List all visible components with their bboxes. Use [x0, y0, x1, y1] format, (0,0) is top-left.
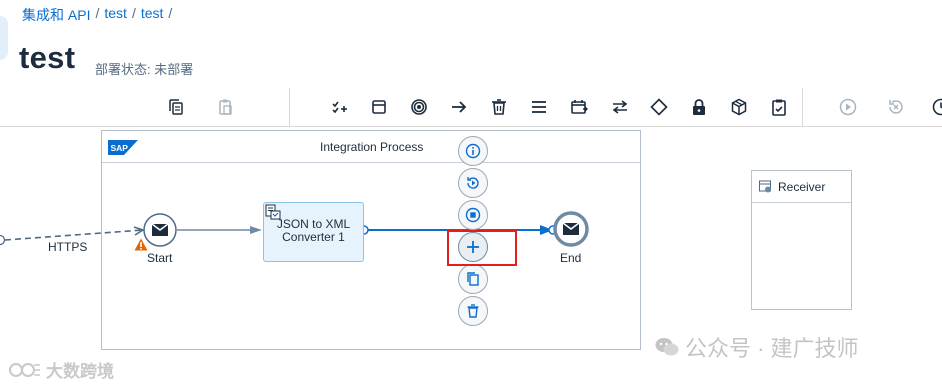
- delete-element-button[interactable]: [458, 296, 488, 326]
- info-icon: [465, 143, 481, 159]
- receiver-label: Receiver: [778, 180, 826, 194]
- start-event-label: Start: [147, 251, 173, 265]
- step-label: JSON to XML Converter 1: [276, 217, 351, 244]
- end-event-label: End: [560, 251, 582, 265]
- sender-message-flow[interactable]: [4, 229, 144, 241]
- wechat-icon: [655, 338, 679, 356]
- watermark-logo: 大数跨境: [8, 357, 114, 382]
- add-button-highlight: [447, 230, 517, 266]
- logo-icon: [9, 362, 40, 377]
- watermark-text: 公众号 · 建广技师: [685, 336, 859, 361]
- stop-button[interactable]: [458, 200, 488, 230]
- warning-icon[interactable]: [134, 238, 148, 251]
- replay-icon: [467, 177, 479, 189]
- copy-icon: [467, 272, 479, 286]
- delete-icon: [467, 304, 479, 318]
- copy-element-button[interactable]: [458, 264, 488, 294]
- sender-channel-label: HTTPS: [48, 240, 88, 254]
- start-event[interactable]: [143, 213, 177, 247]
- replay-button[interactable]: [458, 168, 488, 198]
- watermark-left-text: 大数跨境: [46, 362, 114, 381]
- watermark-wechat: 公众号 · 建广技师: [655, 331, 859, 363]
- sequence-flow-arrowhead: [250, 226, 262, 234]
- receiver-icon: [759, 180, 771, 193]
- stop-icon: [465, 207, 481, 223]
- end-event[interactable]: [553, 211, 589, 247]
- sender-endpoint[interactable]: [0, 234, 6, 246]
- info-button[interactable]: [458, 136, 488, 166]
